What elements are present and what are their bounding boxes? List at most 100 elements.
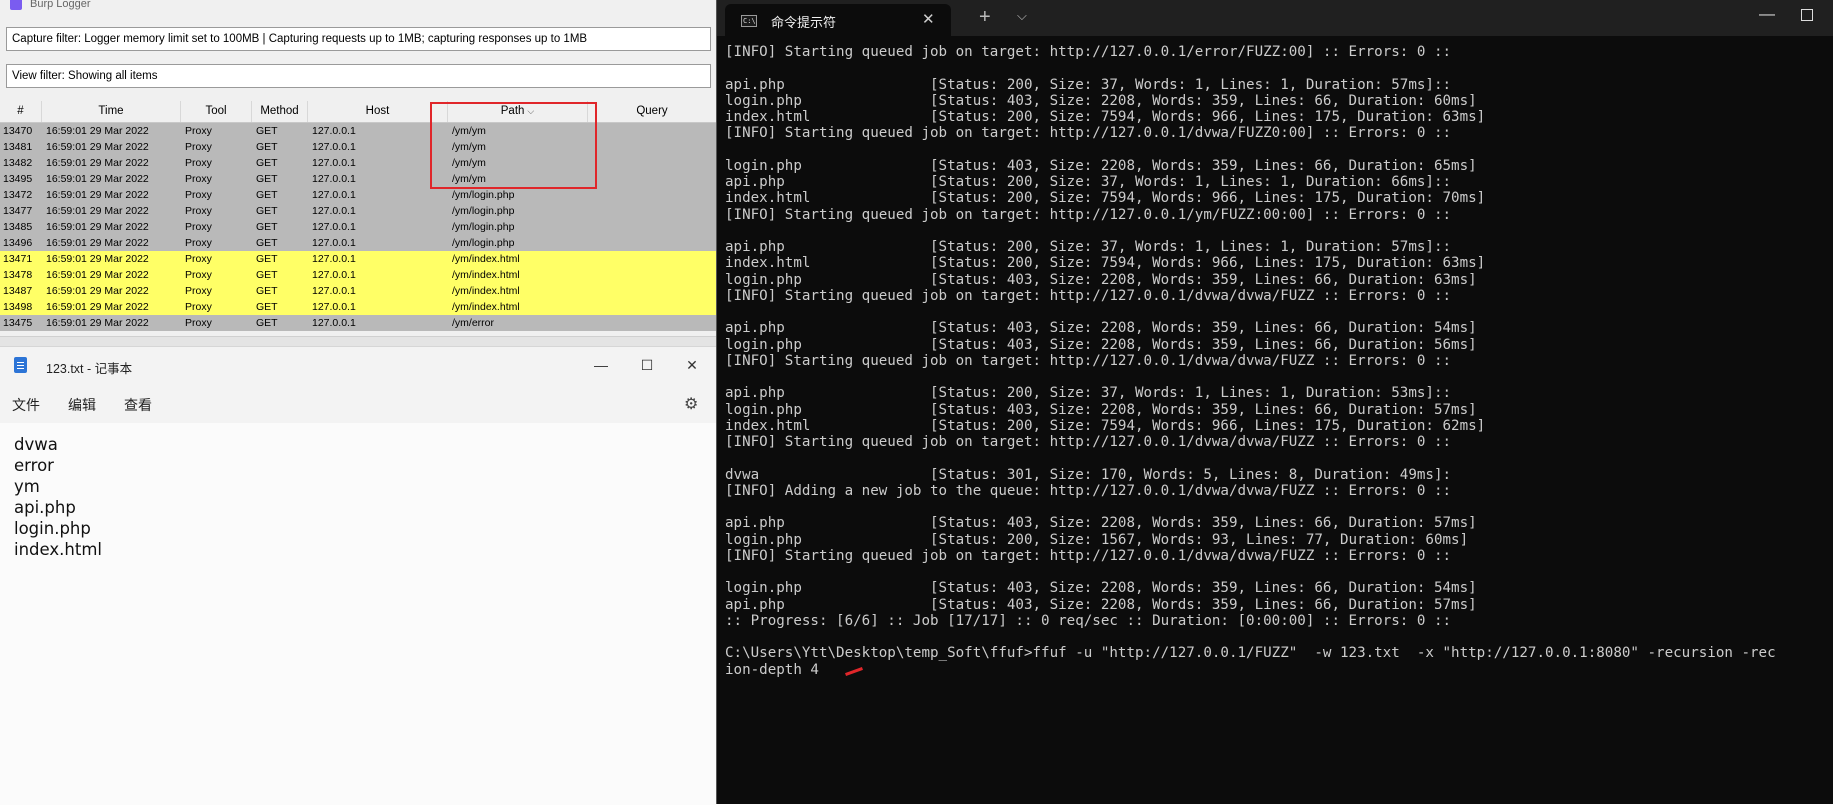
cell-host: 127.0.0.1	[312, 221, 356, 233]
terminal-line: login.php [Status: 200, Size: 1567, Word…	[725, 531, 1469, 548]
column-header-tool[interactable]: Tool	[181, 101, 252, 122]
text-line: login.php	[14, 519, 91, 538]
table-row[interactable]: 13472 16:59:01 29 Mar 2022 Proxy GET 127.0.0…	[0, 187, 716, 203]
column-header-time[interactable]: Time	[42, 101, 181, 122]
terminal-line: ion-depth 4	[725, 661, 828, 678]
cell-host: 127.0.0.1	[312, 173, 356, 185]
cell-tool: Proxy	[185, 317, 212, 329]
terminal-line: api.php [Status: 403, Size: 2208, Words:…	[725, 515, 1477, 532]
column-header-method[interactable]: Method	[252, 101, 308, 122]
cell-path: /ym/index.html	[452, 269, 520, 281]
cell-method: GET	[256, 205, 278, 217]
cell-path: /ym/index.html	[452, 301, 520, 313]
table-row[interactable]: 13470 16:59:01 29 Mar 2022 Proxy GET 127.0.0…	[0, 123, 716, 139]
red-arrow-annotation	[845, 666, 863, 676]
notepad-titlebar: 123.txt - 记事本 — ☐ ✕	[0, 347, 716, 385]
chevron-down-icon[interactable]: ⌵	[1017, 8, 1027, 24]
terminal-line: index.html [Status: 200, Size: 7594, Wor…	[725, 109, 1486, 125]
table-row[interactable]: 13471 16:59:01 29 Mar 2022 Proxy GET 127.0.0…	[0, 251, 716, 267]
notepad-title: 123.txt - 记事本	[46, 362, 133, 376]
cell-time: 16:59:01 29 Mar 2022	[46, 221, 149, 233]
path-annotation-box	[430, 102, 597, 189]
cell-method: GET	[256, 173, 278, 185]
cell-method: GET	[256, 301, 278, 313]
text-line: dvwa	[14, 435, 58, 454]
table-row[interactable]: 13478 16:59:01 29 Mar 2022 Proxy GET 127.0.0…	[0, 267, 716, 283]
terminal-line: login.php [Status: 403, Size: 2208, Word…	[725, 157, 1477, 174]
terminal-line: login.php [Status: 403, Size: 2208, Word…	[725, 92, 1477, 109]
text-line: index.html	[14, 540, 102, 559]
column-header-host[interactable]: Host	[308, 101, 448, 122]
table-row[interactable]: 13496 16:59:01 29 Mar 2022 Proxy GET 127.0.0…	[0, 235, 716, 251]
menu-view[interactable]: 查看	[124, 395, 152, 415]
burp-logo-icon	[10, 0, 22, 10]
terminal-line: api.php [Status: 200, Size: 37, Words: 1…	[725, 385, 1452, 402]
minimize-icon[interactable]: —	[586, 355, 616, 375]
terminal-tab-title: 命令提示符	[771, 15, 837, 30]
terminal-line: login.php [Status: 403, Size: 2208, Word…	[725, 580, 1477, 597]
cell-number: 13485	[3, 221, 33, 233]
column-header-query[interactable]: Query	[588, 101, 716, 122]
cell-method: GET	[256, 141, 278, 153]
terminal-line: [INFO] Starting queued job on target: ht…	[725, 287, 1452, 304]
table-row[interactable]: 13498 16:59:01 29 Mar 2022 Proxy GET 127.0.0…	[0, 299, 716, 315]
cell-method: GET	[256, 157, 278, 169]
cell-time: 16:59:01 29 Mar 2022	[46, 317, 149, 329]
maximize-icon[interactable]: ☐	[632, 355, 662, 375]
cell-time: 16:59:01 29 Mar 2022	[46, 285, 149, 297]
notepad-text-area[interactable]: dvwa error ym api.php login.php index.ht…	[0, 423, 716, 805]
table-row[interactable]: 13495 16:59:01 29 Mar 2022 Proxy GET 127.0.0…	[0, 171, 716, 187]
terminal-tab[interactable]: C:\ 命令提示符 ✕	[725, 4, 951, 36]
command-prompt-window: C:\ 命令提示符 ✕ + ⌵ — [INFO] Starting queued…	[716, 0, 1833, 804]
cell-tool: Proxy	[185, 141, 212, 153]
burp-logger-window: Burp Logger Capture filter: Logger memor…	[0, 0, 716, 346]
cell-method: GET	[256, 285, 278, 297]
logger-table-header: # Time Tool Method Host Path ⌵ Query	[0, 101, 716, 123]
terminal-line: api.php [Status: 403, Size: 2208, Words:…	[725, 596, 1477, 613]
cell-host: 127.0.0.1	[312, 301, 356, 313]
menu-file[interactable]: 文件	[12, 395, 40, 415]
terminal-line: index.html [Status: 200, Size: 7594, Wor…	[725, 417, 1486, 434]
table-row[interactable]: 13487 16:59:01 29 Mar 2022 Proxy GET 127.0.0…	[0, 283, 716, 299]
capture-filter-bar[interactable]: Capture filter: Logger memory limit set …	[6, 27, 711, 51]
terminal-line: api.php [Status: 200, Size: 37, Words: 1…	[725, 76, 1452, 93]
table-row[interactable]: 13485 16:59:01 29 Mar 2022 Proxy GET 127.0.0…	[0, 219, 716, 235]
terminal-line: [INFO] Starting queued job on target: ht…	[725, 352, 1452, 369]
table-row[interactable]: 13482 16:59:01 29 Mar 2022 Proxy GET 127.0.0…	[0, 155, 716, 171]
menu-edit[interactable]: 编辑	[68, 395, 96, 415]
cell-number: 13470	[3, 125, 33, 137]
terminal-line: [INFO] Adding a new job to the queue: ht…	[725, 482, 1452, 499]
table-row[interactable]: 13475 16:59:01 29 Mar 2022 Proxy GET 127.0.0…	[0, 315, 716, 331]
cell-host: 127.0.0.1	[312, 141, 356, 153]
terminal-tabbar: C:\ 命令提示符 ✕ + ⌵ —	[717, 0, 1833, 36]
settings-gear-icon[interactable]: ⚙	[684, 394, 698, 414]
cell-number: 13481	[3, 141, 33, 153]
text-line: api.php	[14, 498, 76, 517]
table-row[interactable]: 13481 16:59:01 29 Mar 2022 Proxy GET 127.0.0…	[0, 139, 716, 155]
cell-number: 13498	[3, 301, 33, 313]
terminal-line: index.html [Status: 200, Size: 7594, Wor…	[725, 190, 1486, 207]
notepad-window: 123.txt - 记事本 — ☐ ✕ 文件 编辑 查看 ⚙ dvwa erro…	[0, 346, 716, 805]
terminal-line: :: Progress: [6/6] :: Job [17/17] :: 0 r…	[725, 612, 1452, 629]
minimize-icon[interactable]: —	[1759, 6, 1775, 24]
cell-number: 13475	[3, 317, 33, 329]
cell-time: 16:59:01 29 Mar 2022	[46, 157, 149, 169]
table-row[interactable]: 13477 16:59:01 29 Mar 2022 Proxy GET 127.0.0…	[0, 203, 716, 219]
close-icon[interactable]: ✕	[677, 355, 707, 375]
view-filter-bar[interactable]: View filter: Showing all items	[6, 64, 711, 88]
cell-number: 13472	[3, 189, 33, 201]
terminal-output[interactable]: [INFO] Starting queued job on target: ht…	[725, 44, 1833, 804]
terminal-line: dvwa [Status: 301, Size: 170, Words: 5, …	[725, 466, 1452, 483]
notepad-menubar: 文件 编辑 查看	[0, 387, 716, 419]
horizontal-scrollbar[interactable]	[0, 336, 716, 346]
terminal-line: login.php [Status: 403, Size: 2208, Word…	[725, 271, 1477, 288]
maximize-icon[interactable]	[1801, 9, 1813, 21]
cell-method: GET	[256, 125, 278, 137]
cell-path: /ym/index.html	[452, 253, 520, 265]
new-tab-icon[interactable]: +	[979, 6, 991, 29]
cell-host: 127.0.0.1	[312, 237, 356, 249]
cell-tool: Proxy	[185, 237, 212, 249]
close-tab-icon[interactable]: ✕	[922, 10, 935, 28]
cell-time: 16:59:01 29 Mar 2022	[46, 189, 149, 201]
column-header-number[interactable]: #	[0, 101, 42, 122]
